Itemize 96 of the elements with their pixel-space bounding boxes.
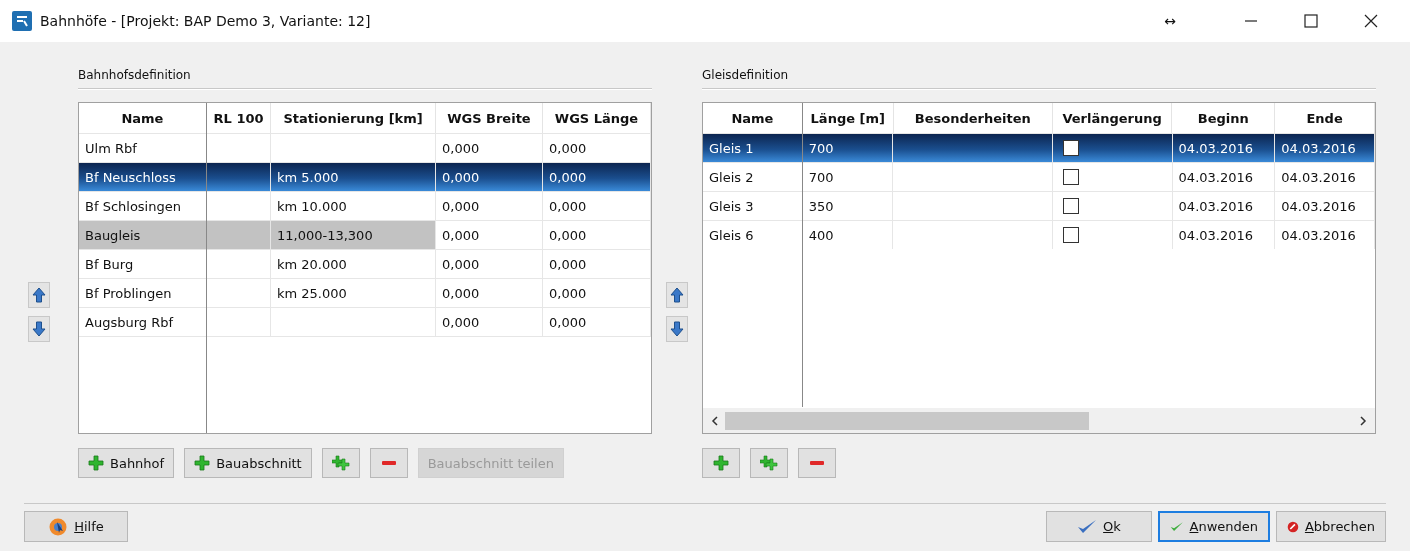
cancel-button[interactable]: Abbrechen	[1276, 511, 1386, 542]
ok-button[interactable]: Ok	[1046, 511, 1152, 542]
help-icon	[48, 516, 69, 537]
table-row[interactable]: Augsburg Rbf 0,000 0,000	[79, 307, 651, 337]
checkbox[interactable]	[1062, 169, 1079, 185]
table-cell: 400	[802, 221, 894, 249]
move-up-button[interactable]	[666, 281, 688, 308]
table-row[interactable]: Baugleis 11,000-13,300 0,000 0,000	[79, 220, 651, 249]
table-cell: 0,000	[436, 192, 543, 220]
column-header[interactable]: Stationierung [km]	[271, 103, 436, 133]
add-button[interactable]: Bauabschnitt	[184, 448, 312, 478]
add-button[interactable]	[702, 448, 740, 478]
table-cell: 0,000	[436, 279, 543, 307]
table-cell: 0,000	[543, 279, 651, 307]
checkmark-icon	[1077, 518, 1098, 535]
table-row[interactable]: Gleis 2 700 04.03.2016 04.03.2016	[703, 162, 1375, 191]
table-row[interactable]: Bf Burg km 20.000 0,000 0,000	[79, 249, 651, 278]
column-header[interactable]: RL 100	[206, 103, 272, 133]
checkbox[interactable]	[1062, 140, 1079, 156]
add-button[interactable]	[750, 448, 788, 478]
table-cell: 700	[802, 134, 894, 162]
table-cell: 0,000	[543, 308, 651, 336]
up-arrow-icon	[32, 286, 46, 303]
minus-icon	[380, 460, 397, 466]
table-row[interactable]: Bf Problingen km 25.000 0,000 0,000	[79, 278, 651, 307]
table-cell: 0,000	[543, 221, 651, 249]
table-cell: 0,000	[436, 221, 543, 249]
table-cell: 04.03.2016	[1275, 134, 1375, 162]
table-cell: 0,000	[543, 163, 651, 191]
table-row[interactable]: Gleis 6 400 04.03.2016 04.03.2016	[703, 220, 1375, 249]
down-arrow-icon	[670, 320, 684, 337]
table-cell: 0,000	[543, 250, 651, 278]
table-row[interactable]: Gleis 3 350 04.03.2016 04.03.2016	[703, 191, 1375, 220]
add-button[interactable]	[321, 448, 360, 478]
table-cell: Augsburg Rbf	[79, 308, 207, 336]
table-cell: 04.03.2016	[1275, 221, 1375, 249]
double-plus-icon	[331, 455, 350, 471]
apply-button[interactable]: Anwenden	[1158, 511, 1270, 542]
table-cell: km 5.000	[271, 163, 436, 191]
table-cell: 0,000	[436, 163, 543, 191]
up-arrow-icon	[670, 286, 684, 303]
column-header[interactable]: WGS Breite	[435, 103, 543, 133]
window-title: Bahnhöfe - [Projekt: BAP Demo 3, Variante: 12]	[40, 13, 371, 29]
table-cell: km 10.000	[271, 192, 436, 220]
double-plus-icon	[760, 455, 778, 471]
group-title: Bahnhofsdefinition	[78, 68, 192, 84]
move-up-button[interactable]	[28, 281, 50, 308]
checkbox[interactable]	[1062, 198, 1079, 214]
help-button[interactable]: Hilfe	[24, 511, 128, 542]
table-cell: Baugleis	[79, 221, 207, 249]
table-cell: Gleis 3	[703, 192, 803, 220]
table-cell: 350	[802, 192, 894, 220]
remove-button[interactable]	[369, 448, 408, 478]
close-icon[interactable]	[1364, 14, 1378, 28]
column-header[interactable]: Name	[79, 103, 207, 133]
table-cell: 700	[802, 163, 894, 191]
table-cell: 04.03.2016	[1275, 192, 1375, 220]
table-cell: 04.03.2016	[1172, 134, 1276, 162]
move-down-button[interactable]	[28, 315, 50, 342]
table-cell: Gleis 1	[703, 134, 803, 162]
table-cell: 04.03.2016	[1172, 221, 1276, 249]
table-cell: 0,000	[436, 250, 543, 278]
app-icon	[12, 11, 32, 31]
plus-icon	[88, 455, 104, 471]
maximize-icon[interactable]	[1304, 14, 1318, 28]
resize-glyph: ↔	[1164, 13, 1176, 29]
add-button[interactable]: Bahnhof	[78, 448, 175, 478]
table-cell: Bf Neuschloss	[79, 163, 207, 191]
table-row[interactable]: Bf Neuschloss km 5.000 0,000 0,000	[79, 162, 651, 191]
table-cell: 04.03.2016	[1172, 192, 1276, 220]
table-cell: km 25.000	[271, 279, 436, 307]
horizontal-scrollbar[interactable]	[703, 408, 1375, 433]
table-cell: Gleis 2	[703, 163, 803, 191]
table-cell: km 20.000	[271, 250, 436, 278]
scroll-left-icon[interactable]	[711, 415, 719, 426]
table-cell: 0,000	[436, 308, 543, 336]
table-row[interactable]: Gleis 1 700 04.03.2016 04.03.2016	[703, 133, 1375, 162]
checkbox[interactable]	[1062, 227, 1079, 243]
move-down-button[interactable]	[666, 315, 688, 342]
table-cell: Gleis 6	[703, 221, 803, 249]
remove-button[interactable]	[798, 448, 836, 478]
table-row[interactable]: Bf Schlosingen km 10.000 0,000 0,000	[79, 191, 651, 220]
table-cell: 04.03.2016	[1172, 163, 1276, 191]
minus-icon	[809, 460, 825, 466]
table-cell: 04.03.2016	[1275, 163, 1375, 191]
table-cell: Bf Problingen	[79, 279, 207, 307]
table-cell: 11,000-13,300	[271, 221, 436, 249]
scroll-right-icon[interactable]	[1359, 415, 1367, 426]
plus-icon	[194, 455, 211, 471]
column-header[interactable]: WGS Länge	[542, 103, 651, 133]
table-cell: Bf Schlosingen	[79, 192, 207, 220]
group-title: Gleisdefinition	[702, 68, 790, 84]
table-cell: 0,000	[543, 192, 651, 220]
down-arrow-icon	[32, 320, 46, 337]
plus-icon	[713, 455, 729, 471]
table-cell: Bf Burg	[79, 250, 207, 278]
